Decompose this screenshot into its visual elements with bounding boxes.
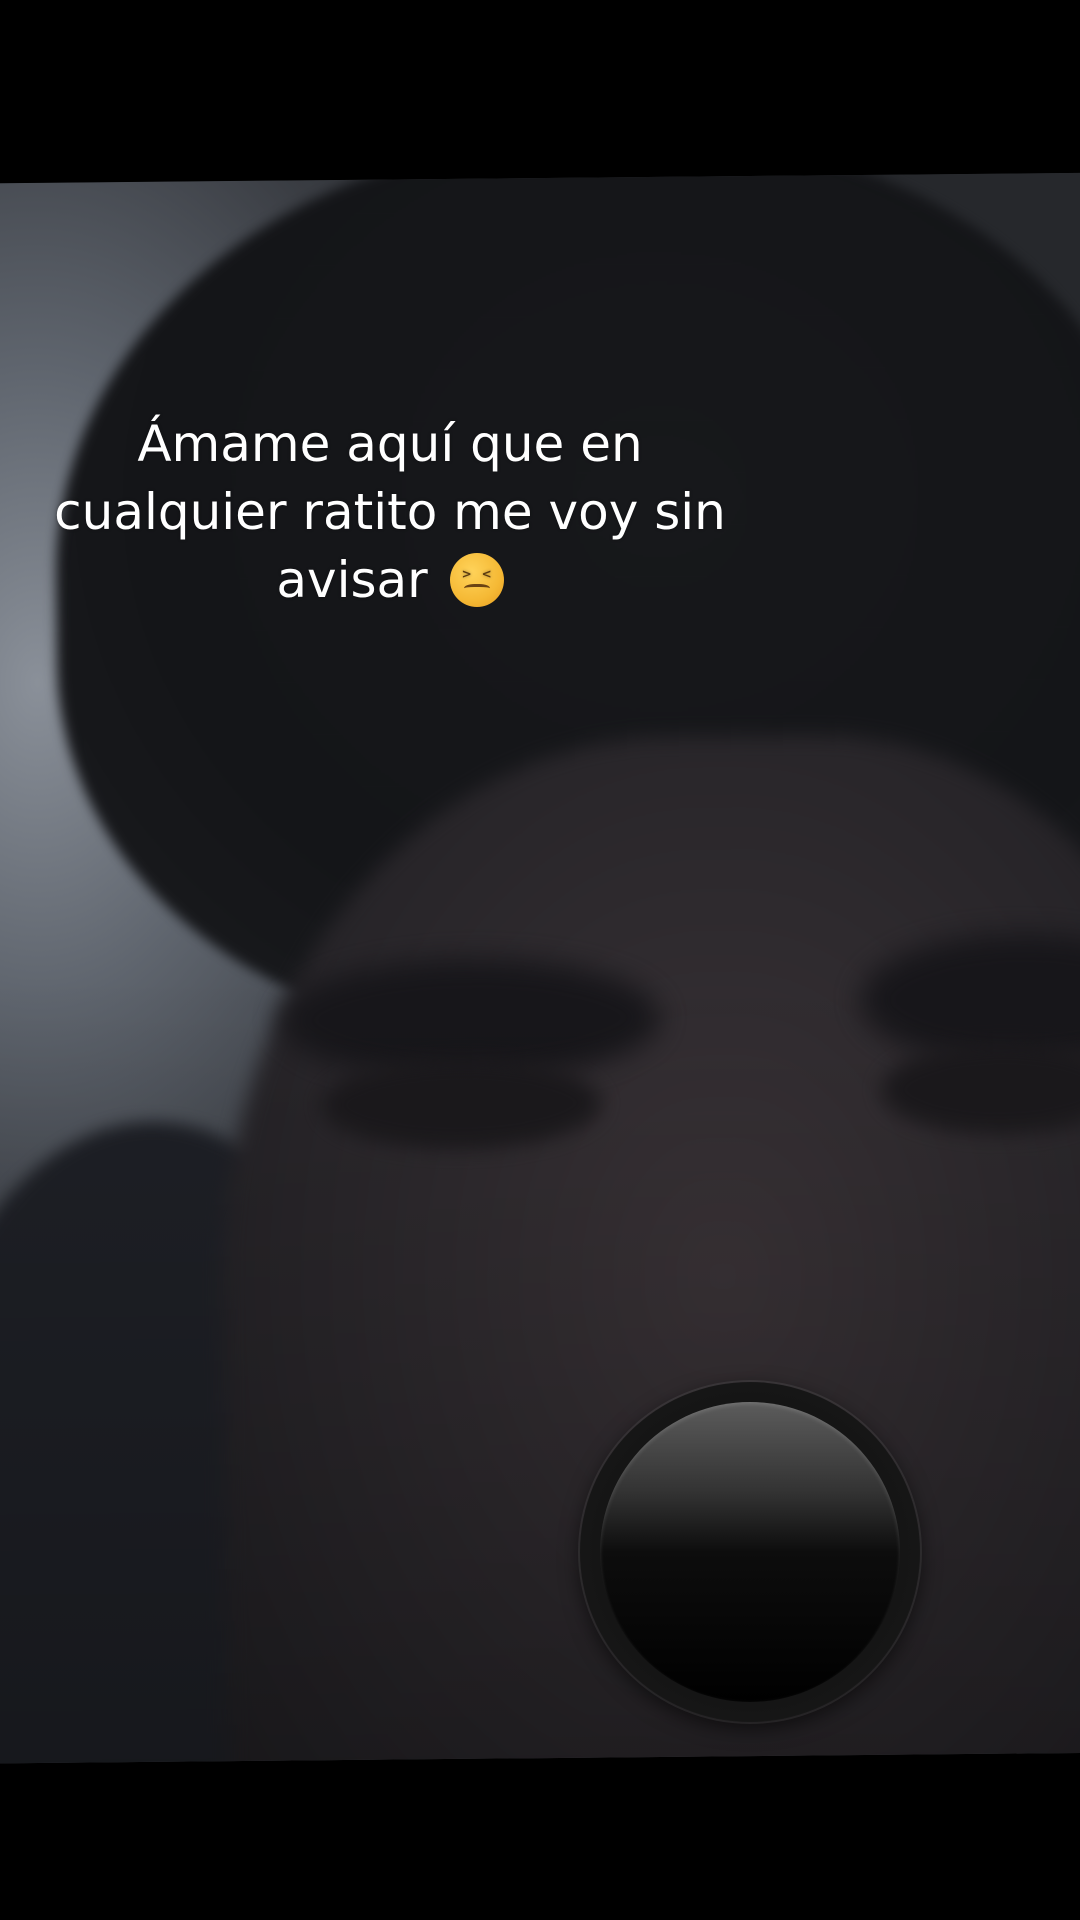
screen: Ámame aquí que en cualquier ratito me vo… <box>0 0 1080 1920</box>
confounded-face-emoji-icon: > < <box>449 553 504 607</box>
caption-text: Ámame aquí que en cualquier ratito me vo… <box>30 410 750 614</box>
record-button[interactable] <box>580 1382 920 1722</box>
caption-lines: Ámame aquí que en cualquier ratito me vo… <box>54 415 726 609</box>
record-button-icon <box>600 1402 900 1702</box>
